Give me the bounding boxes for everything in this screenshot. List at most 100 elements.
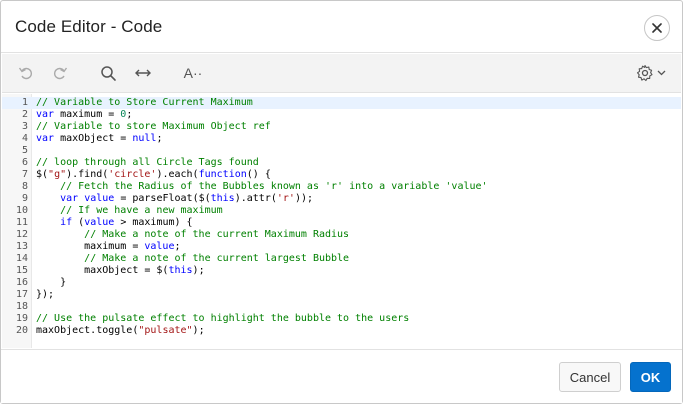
code-token: // Make a note of the current Maximum Ra… [84,229,350,240]
code-token: value [84,193,115,204]
code-line[interactable]: 2 var maximum = 0; [2,109,681,121]
redo-button[interactable] [47,60,73,86]
code-token: var [60,193,79,204]
code-line[interactable]: 20 maxObject.toggle("pulsate"); [2,325,681,337]
code-text: if (value > maximum) { [36,217,193,229]
code-token: this [168,265,193,276]
code-text: var maximum = 0; [36,109,132,121]
code-token: } [36,277,67,288]
code-text: }); [36,289,54,301]
line-number: 5 [21,145,28,156]
code-token: () { [246,169,271,180]
code-line[interactable]: 8 // Fetch the Radius of the Bubbles kno… [2,181,681,193]
code-token: maxObject.toggle( [36,325,139,336]
dialog-title: Code Editor - Code [15,17,163,36]
undo-icon [18,67,32,80]
code-token: if [60,217,73,228]
gear-icon [636,64,653,82]
code-token: = parseFloat($( [114,193,211,204]
code-line[interactable]: 4 var maxObject = null; [2,133,681,145]
code-token: function [198,169,247,180]
font-size-button[interactable]: A·· [178,60,208,86]
code-text: maximum = value; [36,241,180,253]
redo-icon [54,67,68,80]
code-line[interactable]: 13 maximum = value; [2,241,681,253]
line-number: 2 [21,109,28,120]
code-token: maxObject = [54,133,133,144]
code-editor[interactable]: 1 // Variable to Store Current Maximum 2 va… [2,94,681,348]
line-number: 13 [15,241,28,252]
code-text: $("g").find('circle').each(function() { [36,169,271,181]
line-number: 17 [15,289,28,300]
code-text: var maxObject = null; [36,133,162,145]
code-line[interactable]: 6 // loop through all Circle Tags found [2,157,681,169]
settings-menu-button[interactable] [633,60,669,86]
code-token: ).attr( [234,193,277,204]
code-token: > maximum) { [114,217,193,228]
code-token: ; [156,133,163,144]
code-token: maxObject = $( [36,265,169,276]
line-number: 15 [15,265,28,276]
code-token: $( [36,169,49,180]
code-text: maxObject = $(this); [36,265,204,277]
undo-button[interactable] [13,60,39,86]
code-line[interactable]: 15 maxObject = $(this); [2,265,681,277]
code-line[interactable]: 12 // Make a note of the current Maximum… [2,229,681,241]
line-number: 16 [15,277,28,288]
line-number: 12 [15,229,28,240]
code-text: // loop through all Circle Tags found [36,157,259,169]
code-text: var value = parseFloat($(this).attr('r')… [36,193,313,205]
code-line[interactable]: 3 // Variable to store Maximum Object ref [2,121,681,133]
code-line[interactable]: 7 $("g").find('circle').each(function() { [2,169,681,181]
line-number: 11 [15,217,28,228]
line-number: 1 [21,97,28,108]
code-text: // Variable to Store Current Maximum [36,97,253,109]
code-line[interactable]: 1 // Variable to Store Current Maximum [2,97,681,109]
code-token: maximum = [36,241,145,252]
code-line[interactable]: 18 [2,301,681,313]
editor-toolbar: A·· [2,54,681,93]
code-token: value [84,217,115,228]
code-token: var [36,133,55,144]
toggle-wrap-button[interactable] [130,60,156,86]
code-token: ; [126,109,133,120]
code-token: // loop through all Circle Tags found [36,157,259,168]
code-token: // Use the pulsate effect to highlight t… [36,313,410,324]
cancel-button[interactable]: Cancel [559,362,621,392]
code-token: "g" [48,169,67,180]
code-line[interactable]: 11 if (value > maximum) { [2,217,681,229]
code-line[interactable]: 5 [2,145,681,157]
code-token: maximum = [54,109,121,120]
search-button[interactable] [95,60,121,86]
code-token: // Fetch the Radius of the Bubbles known… [60,181,488,192]
code-token: ).each( [156,169,199,180]
code-line[interactable]: 17}); [2,289,681,301]
code-line[interactable]: 16 } [2,277,681,289]
code-line[interactable]: 19 // Use the pulsate effect to highlight… [2,313,681,325]
code-text: } [36,277,66,289]
code-token: this [210,193,235,204]
code-line[interactable]: 10 // If we have a new maximum [2,205,681,217]
code-token: null [132,133,157,144]
code-token: // Make a note of the current largest Bu… [84,253,350,264]
line-number: 18 [15,301,28,312]
close-icon [652,23,662,33]
line-number: 8 [21,181,28,192]
close-button[interactable] [644,15,670,41]
code-text: // Make a note of the current largest Bu… [36,253,349,265]
code-text: // Use the pulsate effect to highlight t… [36,313,409,325]
ok-button[interactable]: OK [630,362,671,392]
code-line[interactable]: 9 var value = parseFloat($(this).attr('r… [2,193,681,205]
code-line[interactable]: 14 // Make a note of the current largest… [2,253,681,265]
search-icon [100,65,116,81]
line-number: 14 [15,253,28,264]
line-number: 9 [21,193,28,204]
horizontal-arrows-icon [135,69,151,77]
dialog-titlebar: Code Editor - Code [1,1,682,53]
dialog-footer: Cancel OK [1,349,682,403]
